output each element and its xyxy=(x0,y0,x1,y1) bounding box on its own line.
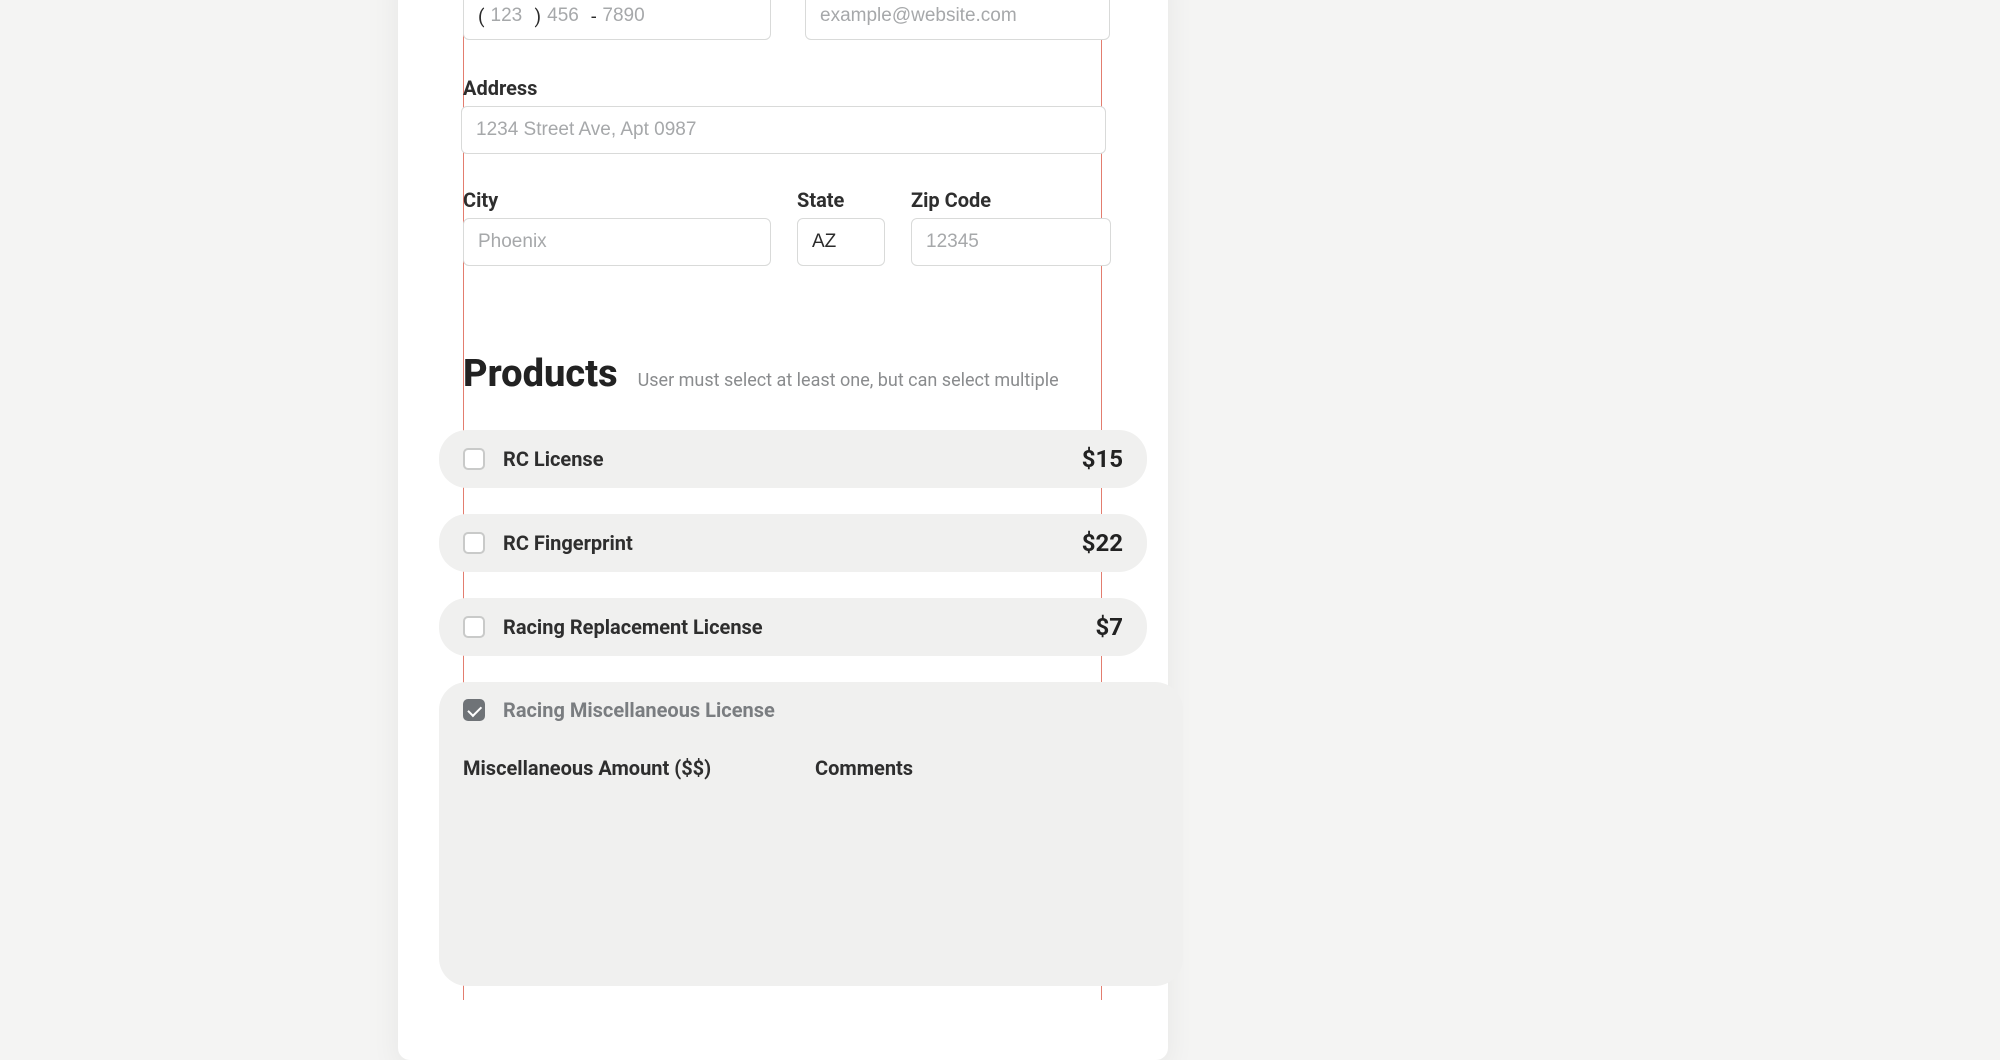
product-row-rc-license[interactable]: RC License $15 xyxy=(463,430,1123,488)
product-label: RC Fingerprint xyxy=(503,531,633,555)
phone-seg-2[interactable] xyxy=(547,5,585,27)
state-label: State xyxy=(797,188,885,212)
phone-seg-1[interactable] xyxy=(491,5,529,27)
form-area: Phone Number ( ) - Email Address Address… xyxy=(463,0,1123,786)
phone-left-paren: ( xyxy=(478,5,485,28)
product-checkbox[interactable] xyxy=(463,448,485,470)
state-field[interactable] xyxy=(797,218,885,266)
product-checkbox[interactable] xyxy=(463,616,485,638)
misc-comments-label: Comments xyxy=(815,756,1123,780)
address-field[interactable] xyxy=(461,106,1106,154)
product-price: $7 xyxy=(1095,613,1123,641)
product-checkbox-checked[interactable] xyxy=(463,699,485,721)
phone-seg-3[interactable] xyxy=(602,5,652,27)
product-row-rc-fingerprint[interactable]: RC Fingerprint $22 xyxy=(463,514,1123,572)
product-label: Racing Replacement License xyxy=(503,615,763,639)
product-price: $22 xyxy=(1082,529,1123,557)
products-heading: Products xyxy=(463,352,618,396)
product-checkbox[interactable] xyxy=(463,532,485,554)
email-field[interactable] xyxy=(805,0,1110,40)
zip-label: Zip Code xyxy=(911,188,1111,212)
products-hint: User must select at least one, but can s… xyxy=(638,370,1059,391)
product-label: Racing Miscellaneous License xyxy=(503,698,775,722)
phone-right-paren: ) xyxy=(535,5,542,28)
phone-dash: - xyxy=(591,5,596,28)
zip-field[interactable] xyxy=(911,218,1111,266)
product-price: $15 xyxy=(1082,445,1123,473)
phone-field[interactable]: ( ) - xyxy=(463,0,771,40)
product-row-racing-misc[interactable]: Racing Miscellaneous License Miscellaneo… xyxy=(463,682,1123,786)
city-field[interactable] xyxy=(463,218,771,266)
address-label: Address xyxy=(463,76,1123,100)
product-label: RC License xyxy=(503,447,604,471)
city-label: City xyxy=(463,188,771,212)
misc-amount-label: Miscellaneous Amount ($$) xyxy=(463,756,789,780)
product-row-racing-replacement[interactable]: Racing Replacement License $7 xyxy=(463,598,1123,656)
